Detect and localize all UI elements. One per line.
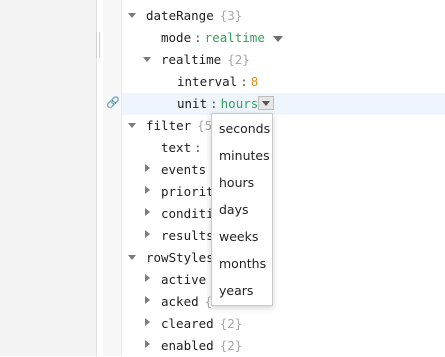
priority-expand-toggle[interactable] (145, 186, 150, 194)
menu-option-seconds[interactable]: seconds (219, 118, 270, 140)
key-label: priorit (161, 184, 214, 199)
key-label: text (161, 140, 192, 155)
tree-row-cleared[interactable]: cleared {2} (161, 313, 242, 335)
unit-dropdown-menu: seconds minutes hours days weeks months … (211, 113, 273, 306)
results-expand-toggle[interactable] (145, 230, 150, 238)
key-label: cleared (161, 316, 214, 331)
menu-option-minutes[interactable]: minutes (219, 145, 270, 167)
value-string[interactable]: hours (221, 96, 259, 111)
key-label: enabled (161, 338, 214, 353)
enabled-expand-toggle[interactable] (145, 340, 150, 348)
key-label: active (161, 272, 207, 287)
key-label: events (161, 162, 207, 177)
key-label: filter (146, 118, 192, 133)
conditions-expand-toggle[interactable] (145, 208, 150, 216)
tree-row-interval[interactable]: interval:8 (177, 71, 258, 93)
unit-dropdown-button[interactable] (258, 96, 274, 110)
key-label: unit (177, 96, 208, 111)
resize-handle[interactable] (96, 32, 102, 58)
key-label: acked (161, 294, 199, 309)
key-label: conditi (161, 206, 214, 221)
acked-expand-toggle[interactable] (145, 296, 150, 304)
rowStyles-expand-toggle[interactable] (128, 255, 136, 260)
child-count: {3} (219, 8, 243, 23)
value-number[interactable]: 8 (251, 74, 259, 89)
tree-row-text[interactable]: text: (161, 137, 205, 159)
tree-row-acked[interactable]: acked{ (161, 291, 212, 313)
tree-row-priority[interactable]: priorit (161, 181, 214, 203)
tree-row-rowStyles[interactable]: rowStyles (146, 247, 214, 269)
menu-option-days[interactable]: days (219, 199, 249, 221)
child-count: {2} (219, 338, 243, 353)
tree-row-results[interactable]: results (161, 225, 214, 247)
tree-row-filter[interactable]: filter {5} (146, 115, 220, 137)
tree-row-unit[interactable]: unit: hours (177, 93, 258, 115)
menu-option-weeks[interactable]: weeks (219, 226, 258, 248)
menu-option-months[interactable]: months (219, 253, 266, 275)
tree-row-dateRange[interactable]: dateRange {3} (146, 5, 242, 27)
tree-row-enabled[interactable]: enabled {2} (161, 335, 242, 357)
active-expand-toggle[interactable] (145, 274, 150, 282)
cleared-expand-toggle[interactable] (145, 318, 150, 326)
dateRange-expand-toggle[interactable] (128, 13, 136, 18)
filter-expand-toggle[interactable] (128, 123, 136, 128)
key-label: realtime (161, 52, 222, 67)
tree-row-active[interactable]: active (161, 269, 206, 291)
key-label: dateRange (146, 8, 214, 23)
child-count: {2} (219, 316, 243, 331)
key-label: rowStyles (146, 250, 214, 265)
tree-row-events[interactable]: events (161, 159, 206, 181)
events-expand-toggle[interactable] (145, 164, 150, 172)
key-label: mode (161, 30, 192, 45)
value-string[interactable]: realtime (205, 30, 265, 45)
tree-row-conditions[interactable]: conditi (161, 203, 214, 225)
left-panel (0, 0, 97, 356)
key-label: interval (177, 74, 238, 89)
selected-row-highlight (122, 93, 445, 115)
tree-row-realtime[interactable]: realtime {2} (161, 49, 250, 71)
child-count: {2} (227, 52, 250, 67)
tree-row-mode[interactable]: mode: realtime (161, 27, 283, 49)
menu-option-years[interactable]: years (219, 280, 253, 302)
key-label: results (161, 228, 214, 243)
line-gutter (103, 0, 122, 356)
realtime-expand-toggle[interactable] (143, 57, 151, 62)
mode-dropdown-icon[interactable] (272, 35, 283, 42)
link-icon[interactable]: 🔗 (106, 97, 120, 109)
menu-option-hours[interactable]: hours (219, 172, 254, 194)
